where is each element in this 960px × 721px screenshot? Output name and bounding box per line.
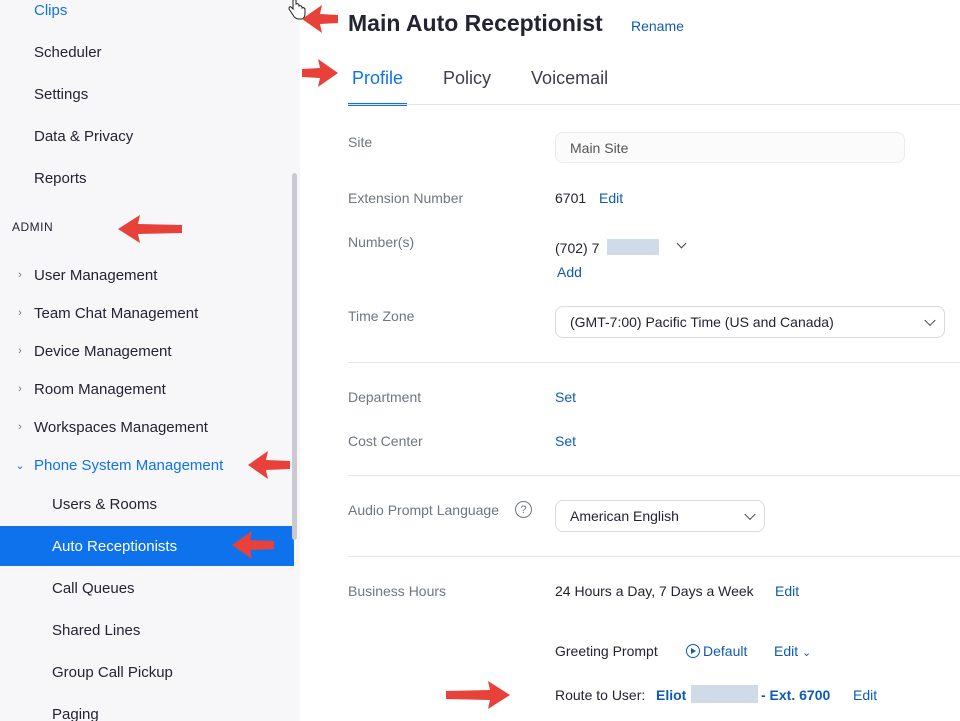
tab-voicemail[interactable]: Voicemail <box>527 58 612 106</box>
numbers-add-link[interactable]: Add <box>557 264 582 280</box>
extension-edit-link[interactable]: Edit <box>599 190 623 206</box>
rename-link[interactable]: Rename <box>631 18 684 34</box>
help-icon[interactable]: ? <box>515 501 532 518</box>
app-window: Clips Scheduler Settings Data & Privacy … <box>0 0 960 721</box>
annotation-arrow-icon <box>248 451 290 479</box>
sidebar-item-label: Workspaces Management <box>34 418 208 436</box>
sidebar-scrollbar[interactable] <box>292 173 297 540</box>
sidebar-item-label: User Management <box>34 266 158 284</box>
page-title: Main Auto Receptionist <box>348 10 603 36</box>
sidebar-item-label: Team Chat Management <box>34 304 199 322</box>
route-user-link[interactable]: Eliot <box>656 687 686 703</box>
annotation-arrow-icon <box>446 681 510 709</box>
chevron-down-icon: ⌄ <box>802 647 812 659</box>
business-hours-value: 24 Hours a Day, 7 Days a Week <box>555 583 754 599</box>
route-edit-link[interactable]: Edit <box>853 687 877 703</box>
extension-label: Extension Number <box>348 190 464 206</box>
main-content: Main Auto Receptionist Rename Profile Po… <box>300 0 960 721</box>
cost-center-label: Cost Center <box>348 433 423 449</box>
timezone-select-value: (GMT-7:00) Pacific Time (US and Canada) <box>570 314 834 330</box>
greeting-edit-label: Edit <box>774 643 799 659</box>
chevron-right-icon: › <box>18 383 22 395</box>
sidebar-item-group-call-pickup[interactable]: Group Call Pickup <box>0 652 294 692</box>
play-icon <box>686 644 700 658</box>
sidebar-item-label: Auto Receptionists <box>52 537 178 555</box>
site-label: Site <box>348 134 373 150</box>
timezone-label: Time Zone <box>348 308 415 324</box>
sidebar-item-label: Shared Lines <box>52 621 141 639</box>
sidebar-item-device-management[interactable]: › Device Management <box>0 331 294 371</box>
greeting-label: Greeting Prompt <box>555 643 658 659</box>
sidebar-item-call-queues[interactable]: Call Queues <box>0 568 294 608</box>
sidebar-item-reports[interactable]: Reports <box>0 158 294 198</box>
extension-value: 6701 <box>555 190 587 206</box>
numbers-label: Number(s) <box>348 234 415 250</box>
timezone-select[interactable]: (GMT-7:00) Pacific Time (US and Canada) <box>555 306 945 338</box>
chevron-down-icon <box>744 508 756 521</box>
department-label: Department <box>348 389 422 405</box>
redacted-number <box>607 239 659 255</box>
section-divider <box>348 475 960 476</box>
annotation-arrow-icon <box>302 59 338 87</box>
sidebar-item-label: Scheduler <box>34 43 102 61</box>
chevron-down-icon[interactable] <box>676 238 687 249</box>
site-field: Main Site <box>555 132 905 163</box>
route-ext-value: - Ext. 6700 <box>761 687 831 703</box>
sidebar-item-label: Device Management <box>34 342 172 360</box>
tab-policy[interactable]: Policy <box>439 58 495 106</box>
sidebar-item-label: Settings <box>34 85 89 103</box>
annotation-arrow-icon <box>302 5 338 33</box>
sidebar-item-user-management[interactable]: › User Management <box>0 255 294 295</box>
tab-divider <box>348 104 960 105</box>
audio-lang-select[interactable]: American English <box>555 500 765 532</box>
greeting-edit-link[interactable]: Edit ⌄ <box>774 643 811 659</box>
number-value: (702) 7 <box>555 240 600 256</box>
chevron-right-icon: › <box>18 307 22 319</box>
sidebar: Clips Scheduler Settings Data & Privacy … <box>0 0 300 721</box>
sidebar-item-data-privacy[interactable]: Data & Privacy <box>0 116 294 156</box>
sidebar-item-label: Clips <box>34 1 68 19</box>
sidebar-item-label: Data & Privacy <box>34 127 134 145</box>
chevron-down-icon <box>924 314 936 327</box>
sidebar-item-team-chat-management[interactable]: › Team Chat Management <box>0 293 294 333</box>
greeting-default-link[interactable]: Default <box>686 643 747 659</box>
sidebar-section-admin: ADMIN <box>12 220 54 234</box>
sidebar-item-label: Reports <box>34 169 87 187</box>
audio-lang-label: Audio Prompt Language <box>348 502 499 518</box>
section-divider <box>348 362 960 363</box>
sidebar-item-shared-lines[interactable]: Shared Lines <box>0 610 294 650</box>
sidebar-item-room-management[interactable]: › Room Management <box>0 369 294 409</box>
sidebar-item-label: Paging <box>52 705 99 721</box>
business-hours-edit-link[interactable]: Edit <box>775 583 799 599</box>
sidebar-item-label: Users & Rooms <box>52 495 158 513</box>
redacted-user-name <box>691 685 758 703</box>
sidebar-item-clips[interactable]: Clips <box>0 0 294 30</box>
sidebar-item-label: Room Management <box>34 380 166 398</box>
sidebar-item-scheduler[interactable]: Scheduler <box>0 32 294 72</box>
sidebar-item-settings[interactable]: Settings <box>0 74 294 114</box>
sidebar-item-paging[interactable]: Paging <box>0 694 294 721</box>
audio-lang-select-value: American English <box>570 508 679 524</box>
business-hours-label: Business Hours <box>348 583 447 599</box>
chevron-down-icon: ⌄ <box>15 459 25 472</box>
route-label: Route to User: <box>555 687 646 703</box>
sidebar-item-label: Group Call Pickup <box>52 663 173 681</box>
sidebar-item-workspaces-management[interactable]: › Workspaces Management <box>0 407 294 447</box>
chevron-right-icon: › <box>18 421 22 433</box>
tab-bar: Profile Policy Voicemail <box>348 58 644 106</box>
cost-center-set-link[interactable]: Set <box>555 433 576 449</box>
chevron-right-icon: › <box>18 345 22 357</box>
annotation-arrow-icon <box>232 531 274 559</box>
section-divider <box>348 556 960 557</box>
tab-profile[interactable]: Profile <box>348 58 408 106</box>
sidebar-item-users-rooms[interactable]: Users & Rooms <box>0 484 294 524</box>
greeting-default-label: Default <box>703 643 748 659</box>
department-set-link[interactable]: Set <box>555 389 576 405</box>
annotation-arrow-icon <box>118 215 182 243</box>
chevron-right-icon: › <box>18 269 22 281</box>
sidebar-item-label: Phone System Management <box>34 456 224 474</box>
sidebar-item-label: Call Queues <box>52 579 135 597</box>
